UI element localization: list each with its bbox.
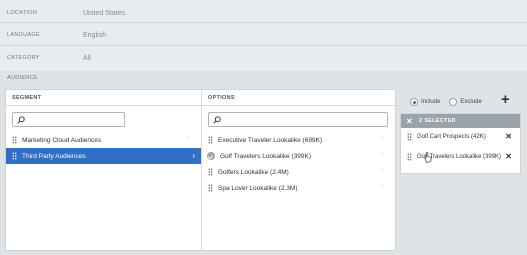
- selected-item[interactable]: Golf Travelers Lookalike (399K) ✕: [401, 149, 520, 165]
- option-item[interactable]: Spa Lover Lookalike (2.3M) ☆: [202, 180, 395, 196]
- search-icon: [213, 116, 221, 124]
- divider: [0, 22, 527, 23]
- star-icon[interactable]: ☆: [380, 135, 385, 142]
- segment-search-input[interactable]: [12, 112, 125, 127]
- selected-panel: ✕ 2 SELECTED Golf Cart Prospects (42K) ✕…: [400, 113, 521, 174]
- selected-count: 2 SELECTED: [419, 118, 456, 124]
- exclude-radio[interactable]: [449, 98, 458, 106]
- segment-item-label: Third Party Audiences: [22, 152, 86, 160]
- filter-fields: LOCATION United States LANGUAGE English …: [0, 0, 527, 71]
- options-header: OPTIONS: [202, 90, 395, 106]
- drag-handle-icon[interactable]: [12, 136, 17, 144]
- selected-header: ✕ 2 SELECTED: [401, 114, 520, 128]
- selected-item-label: Golf Cart Prospects (42K): [417, 134, 486, 140]
- include-label[interactable]: Include: [421, 99, 440, 105]
- options-column: OPTIONS Executive Traveler Lookalike (69…: [202, 90, 395, 250]
- star-icon[interactable]: ☆: [186, 135, 191, 142]
- search-icon: [17, 116, 25, 124]
- option-item-label: Executive Traveler Lookalike (699K): [218, 136, 323, 144]
- audience-label: AUDIENCE: [7, 75, 38, 81]
- option-item-label: Golfers Lookalike (2.4M): [218, 168, 289, 176]
- exclude-label[interactable]: Exclude: [460, 99, 481, 105]
- segment-item-marketing-cloud[interactable]: Marketing Cloud Audiences ☆: [6, 132, 201, 148]
- segment-item-label: Marketing Cloud Audiences: [22, 136, 102, 144]
- options-search-input[interactable]: [208, 112, 388, 127]
- divider: [0, 45, 527, 46]
- mouse-cursor-icon: [424, 152, 432, 163]
- category-label: CATEGORY: [7, 55, 40, 61]
- language-value[interactable]: English: [83, 32, 106, 39]
- segment-header: SEGMENT: [6, 90, 201, 106]
- drag-handle-icon[interactable]: [208, 136, 213, 144]
- plus-icon: +: [501, 91, 510, 108]
- option-item[interactable]: Golfers Lookalike (2.4M) ☆: [202, 164, 395, 180]
- drag-handle-icon[interactable]: [12, 152, 17, 160]
- language-label: LANGUAGE: [7, 32, 40, 38]
- include-radio[interactable]: [410, 98, 418, 106]
- location-value[interactable]: United States: [83, 10, 125, 17]
- add-button[interactable]: +: [501, 92, 510, 107]
- chevron-right-icon: ›: [192, 151, 195, 160]
- option-item-label: Golf Travelers Lookalike (399K): [220, 152, 312, 160]
- category-value[interactable]: All: [83, 55, 91, 62]
- audience-picker: SEGMENT Marketing Cloud Audiences ☆ Thir…: [5, 89, 396, 251]
- close-icon[interactable]: ✕: [406, 117, 413, 126]
- remove-icon[interactable]: ✕: [505, 152, 512, 161]
- remove-icon[interactable]: ✕: [505, 132, 512, 141]
- option-item[interactable]: Golf Travelers Lookalike (399K) ☆: [202, 148, 395, 164]
- check-circle-icon: [207, 152, 215, 160]
- drag-handle-icon[interactable]: [407, 133, 412, 141]
- segment-item-third-party[interactable]: Third Party Audiences ›: [6, 148, 201, 164]
- star-icon[interactable]: ☆: [380, 183, 385, 190]
- drag-handle-icon[interactable]: [208, 168, 213, 176]
- option-item[interactable]: Executive Traveler Lookalike (699K) ☆: [202, 132, 395, 148]
- star-icon[interactable]: ☆: [380, 151, 385, 158]
- selected-item[interactable]: Golf Cart Prospects (42K) ✕: [401, 129, 520, 145]
- option-item-label: Spa Lover Lookalike (2.3M): [218, 184, 298, 192]
- segment-column: SEGMENT Marketing Cloud Audiences ☆ Thir…: [6, 90, 202, 250]
- drag-handle-icon[interactable]: [407, 153, 412, 161]
- drag-handle-icon[interactable]: [208, 184, 213, 192]
- include-exclude-toggle: Include Exclude: [410, 96, 482, 108]
- location-label: LOCATION: [7, 10, 38, 16]
- star-icon[interactable]: ☆: [380, 167, 385, 174]
